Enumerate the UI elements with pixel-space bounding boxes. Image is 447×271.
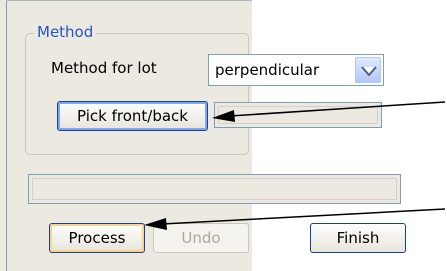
arrow-left-icon [212,101,446,122]
arrow-left-icon [144,208,446,230]
annotation-arrows [144,101,446,230]
